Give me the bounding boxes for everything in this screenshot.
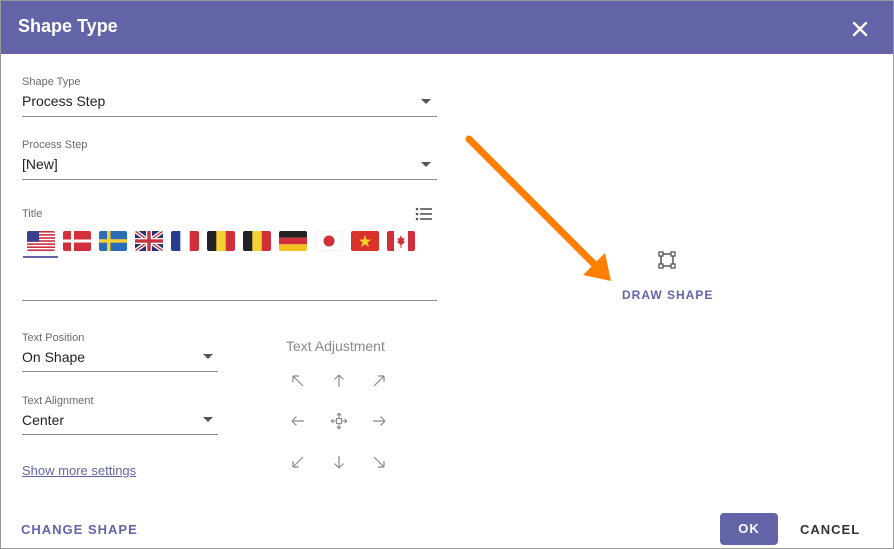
shape-type-chevron-down-icon[interactable] <box>421 99 431 104</box>
text-alignment-label: Text Alignment <box>22 395 94 407</box>
be-flag-icon[interactable] <box>243 231 271 251</box>
show-more-settings-link[interactable]: Show more settings <box>22 463 136 478</box>
title-label: Title <box>22 208 43 220</box>
title-input[interactable] <box>22 271 437 295</box>
vn-flag-icon[interactable] <box>351 231 379 251</box>
change-shape-button[interactable]: CHANGE SHAPE <box>21 522 138 537</box>
cancel-button[interactable]: CANCEL <box>800 522 860 537</box>
arrow-down-right-icon[interactable] <box>370 453 388 471</box>
center-move-icon[interactable] <box>330 412 348 430</box>
shape-type-label: Shape Type <box>22 76 81 88</box>
se-flag-icon[interactable] <box>99 231 127 251</box>
arrow-up-left-icon[interactable] <box>289 372 307 390</box>
de-flag-icon[interactable] <box>279 231 307 251</box>
us-flag-icon[interactable] <box>27 231 55 251</box>
draw-shape-button[interactable]: DRAW SHAPE <box>622 288 713 302</box>
process-step-underline <box>22 179 437 180</box>
be-flag-icon[interactable] <box>207 231 235 251</box>
dk-flag-icon[interactable] <box>63 231 91 251</box>
ok-button[interactable]: OK <box>720 513 778 545</box>
text-alignment-underline <box>22 434 218 435</box>
draw-shape-icon[interactable] <box>657 250 677 270</box>
text-position-select[interactable]: On Shape <box>22 349 85 365</box>
shape-type-underline <box>22 116 437 117</box>
annotation-arrow-icon <box>465 135 611 281</box>
text-position-underline <box>22 371 218 372</box>
arrow-up-right-icon[interactable] <box>370 372 388 390</box>
arrow-down-icon[interactable] <box>330 453 348 471</box>
arrow-left-icon[interactable] <box>289 412 307 430</box>
text-alignment-chevron-down-icon[interactable] <box>203 417 213 422</box>
shape-type-dialog: Shape Type Shape Type Process Step Proce… <box>0 0 894 549</box>
process-step-chevron-down-icon[interactable] <box>421 162 431 167</box>
list-icon[interactable] <box>415 206 433 222</box>
arrow-down-left-icon[interactable] <box>289 453 307 471</box>
jp-flag-icon[interactable] <box>315 231 343 251</box>
gb-flag-icon[interactable] <box>135 231 163 251</box>
fr-flag-icon[interactable] <box>171 231 199 251</box>
text-position-label: Text Position <box>22 332 85 344</box>
selected-flag-indicator <box>23 256 58 258</box>
process-step-select[interactable]: [New] <box>22 156 58 172</box>
dialog-title: Shape Type <box>18 16 118 36</box>
arrow-right-icon[interactable] <box>370 412 388 430</box>
arrow-up-icon[interactable] <box>330 372 348 390</box>
close-icon[interactable] <box>849 18 871 40</box>
text-alignment-select[interactable]: Center <box>22 412 64 428</box>
dialog-header: Shape Type <box>1 1 893 54</box>
process-step-label: Process Step <box>22 139 88 151</box>
text-adjustment-title: Text Adjustment <box>286 338 385 354</box>
title-underline <box>22 300 437 301</box>
text-position-chevron-down-icon[interactable] <box>203 354 213 359</box>
ca-flag-icon[interactable] <box>387 231 415 251</box>
shape-type-select[interactable]: Process Step <box>22 93 105 109</box>
